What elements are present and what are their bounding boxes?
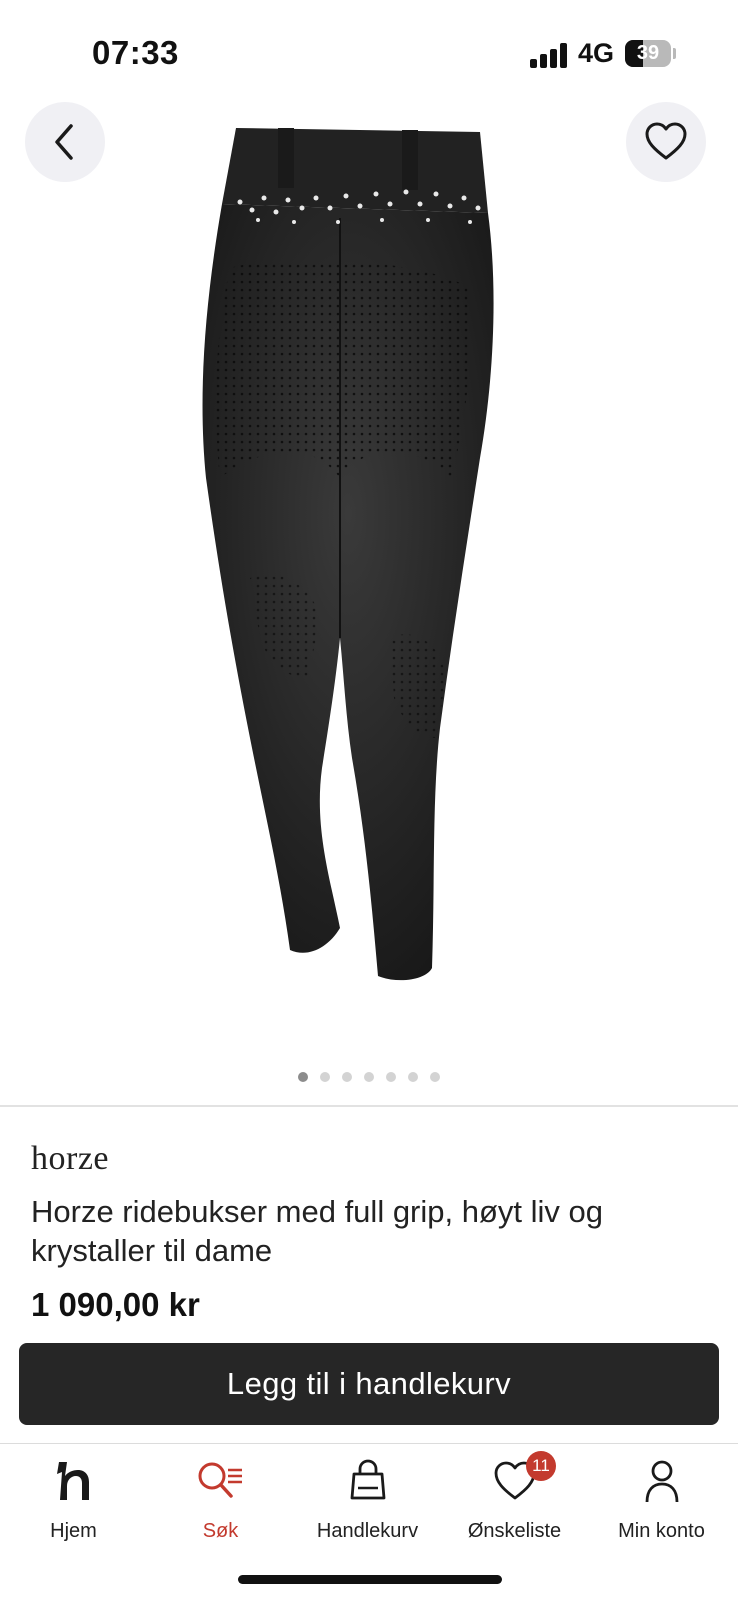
carousel-dot[interactable] — [386, 1072, 396, 1082]
nav-item-cart[interactable]: Handlekurv — [294, 1444, 441, 1564]
carousel-dot[interactable] — [364, 1072, 374, 1082]
nav-item-wishlist[interactable]: 11 Ønskeliste — [441, 1444, 588, 1564]
product-title: Horze ridebukser med full grip, høyt liv… — [31, 1194, 604, 1268]
battery-icon: 39 — [625, 40, 671, 67]
heart-icon — [441, 1458, 588, 1508]
heart-outline-icon — [645, 122, 687, 160]
signal-strength-icon — [530, 42, 570, 68]
favorite-button[interactable] — [626, 102, 706, 182]
back-button[interactable] — [25, 102, 105, 182]
wishlist-count-badge: 11 — [526, 1451, 556, 1481]
shopping-bag-icon — [294, 1458, 441, 1508]
chevron-left-icon — [55, 124, 73, 160]
bottom-navigation: Hjem Søk Handlekurv 11 Ønskeliste Min ko… — [0, 1444, 738, 1564]
home-logo-icon — [0, 1458, 147, 1508]
product-price: 1 090,00 kr — [31, 1286, 200, 1323]
nav-label-cart: Handlekurv — [316, 1520, 419, 1542]
product-image[interactable] — [190, 118, 530, 1008]
nav-label-home: Hjem — [50, 1520, 97, 1542]
search-icon — [147, 1458, 294, 1508]
nav-label-wishlist: Ønskeliste — [467, 1520, 562, 1542]
status-time: 07:33 — [92, 34, 179, 71]
carousel-dot[interactable] — [320, 1072, 330, 1082]
divider — [0, 1105, 738, 1107]
nav-item-search[interactable]: Søk — [147, 1444, 294, 1564]
nav-label-search: Søk — [202, 1520, 239, 1542]
home-indicator — [238, 1575, 502, 1584]
carousel-dot[interactable] — [298, 1072, 308, 1082]
nav-item-account[interactable]: Min konto — [588, 1444, 735, 1564]
add-to-cart-button[interactable]: Legg til i handlekurv — [19, 1343, 719, 1425]
brand-name[interactable]: horze — [31, 1140, 109, 1178]
carousel-dot[interactable] — [430, 1072, 440, 1082]
nav-label-account: Min konto — [618, 1520, 705, 1542]
user-icon — [588, 1458, 735, 1508]
network-type: 4G — [578, 38, 615, 68]
carousel-dot[interactable] — [342, 1072, 352, 1082]
nav-item-home[interactable]: Hjem — [0, 1444, 147, 1564]
carousel-indicator[interactable] — [0, 1072, 738, 1082]
battery-tip — [673, 48, 676, 59]
battery-level: 39 — [636, 42, 660, 64]
carousel-dot[interactable] — [408, 1072, 418, 1082]
status-bar: 07:33 4G 39 — [0, 0, 738, 100]
